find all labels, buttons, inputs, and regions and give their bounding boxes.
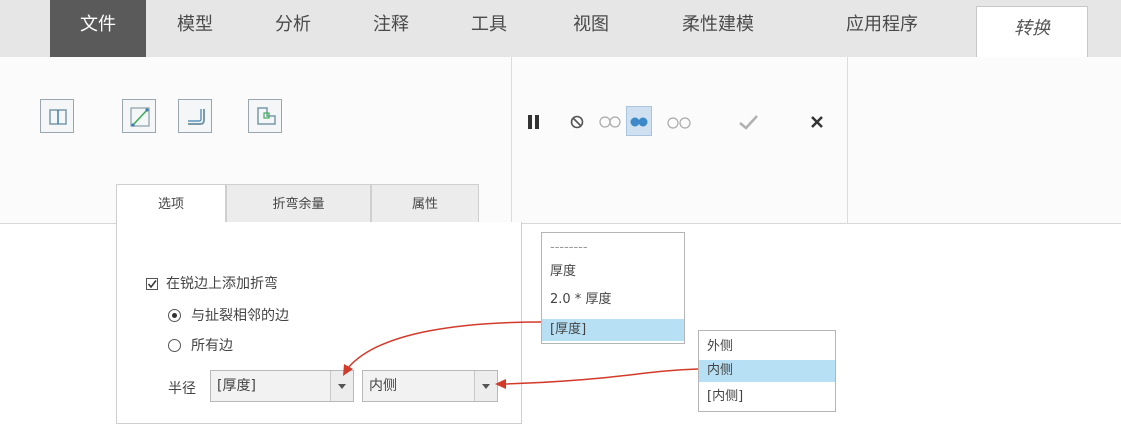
sketch-edge-rip-icon[interactable] <box>122 99 156 133</box>
tab-flexible-modeling[interactable]: 柔性建模 <box>644 0 792 57</box>
no-preview-icon[interactable] <box>567 112 587 132</box>
tab-analysis[interactable]: 分析 <box>244 0 342 57</box>
tab-bend-allowance[interactable]: 折弯余量 <box>226 184 371 223</box>
ok-check-icon[interactable] <box>737 112 759 132</box>
list-item-highlighted[interactable]: 内侧 <box>699 360 835 382</box>
list-item[interactable]: 厚度 <box>542 261 684 283</box>
tab-tools[interactable]: 工具 <box>440 0 538 57</box>
tab-view[interactable]: 视图 <box>538 0 644 57</box>
tab-annotate[interactable]: 注释 <box>342 0 440 57</box>
list-item[interactable]: 外侧 <box>699 336 835 358</box>
side-options-list: 外侧 内侧 [内侧] <box>698 330 836 412</box>
chevron-down-icon[interactable] <box>474 371 497 401</box>
ribbon-divider <box>511 57 512 223</box>
cancel-x-icon[interactable] <box>808 112 826 132</box>
tab-file[interactable]: 文件 <box>50 0 146 57</box>
list-item[interactable]: -------- <box>542 237 684 259</box>
verify-preview-icon[interactable] <box>666 112 692 132</box>
chevron-down-icon[interactable] <box>330 371 353 401</box>
radio-adjacent-edges[interactable] <box>168 309 181 322</box>
ribbon-divider <box>847 57 848 223</box>
dynamic-preview-icon[interactable] <box>626 106 652 136</box>
corner-relief-icon[interactable] <box>248 99 282 133</box>
tab-properties[interactable]: 属性 <box>371 184 479 223</box>
tab-convert[interactable]: 转换 <box>976 6 1088 57</box>
radius-options-list: -------- 厚度 2.0 * 厚度 [厚度] <box>541 232 685 344</box>
radio-adjacent-label: 与扯裂相邻的边 <box>191 308 289 324</box>
radius-value: [厚度] <box>217 378 256 394</box>
static-preview-icon[interactable] <box>597 112 623 132</box>
side-value: 内侧 <box>369 378 397 394</box>
edge-bend-icon[interactable] <box>178 99 212 133</box>
list-item[interactable]: [内侧] <box>699 386 835 408</box>
add-bends-checkbox[interactable] <box>146 278 158 290</box>
radio-all-label: 所有边 <box>191 338 233 354</box>
list-item-highlighted[interactable]: [厚度] <box>542 319 684 341</box>
tab-options[interactable]: 选项 <box>116 184 226 223</box>
edge-rip-icon[interactable] <box>40 99 74 133</box>
list-item[interactable]: 2.0 * 厚度 <box>542 289 684 311</box>
side-dropdown[interactable]: 内侧 <box>362 370 498 402</box>
tab-model[interactable]: 模型 <box>146 0 244 57</box>
pause-icon[interactable] <box>526 112 542 132</box>
add-bends-label: 在锐边上添加折弯 <box>166 276 278 292</box>
side-callout-arrow <box>504 368 699 385</box>
radio-all-edges[interactable] <box>168 339 181 352</box>
radius-label: 半径 <box>168 381 196 397</box>
tab-applications[interactable]: 应用程序 <box>792 0 972 57</box>
radius-dropdown[interactable]: [厚度] <box>210 370 354 402</box>
ribbon-tab-bar: 文件 模型 分析 注释 工具 视图 柔性建模 应用程序 转换 <box>0 0 1121 57</box>
